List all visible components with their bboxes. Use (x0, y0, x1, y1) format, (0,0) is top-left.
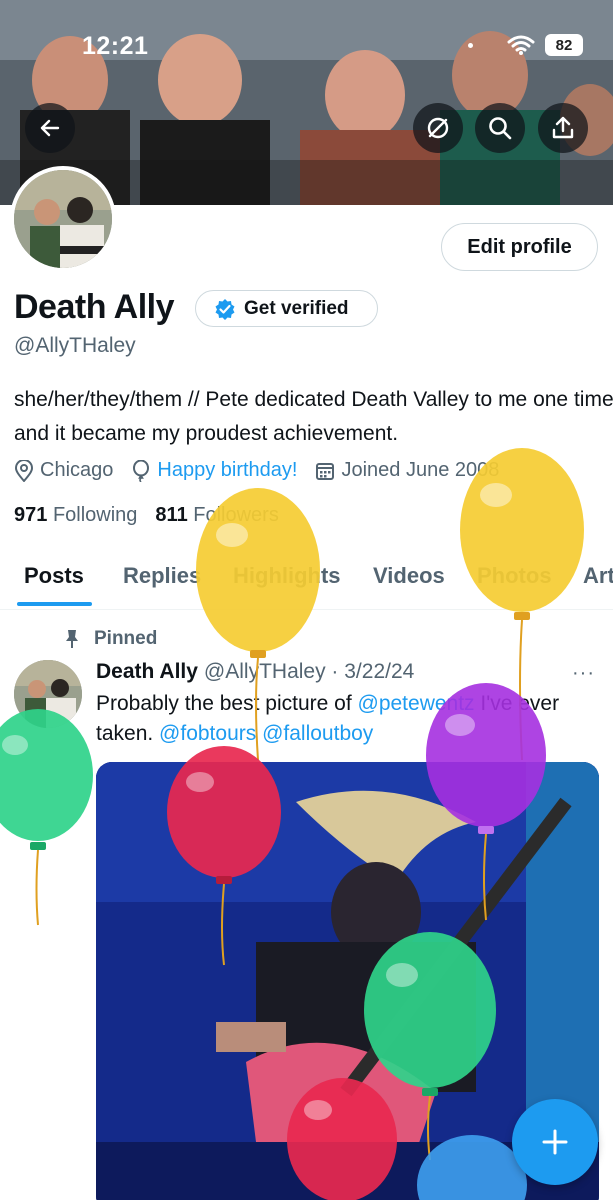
post-text: Probably the best picture of @petewentz … (96, 689, 606, 749)
joined-item: Joined June 2008 (315, 459, 499, 482)
post-handle-date: @AllyTHaley · 3/22/24 (203, 660, 415, 683)
status-bar: 12:21 82 (0, 30, 613, 64)
profile-bio: she/her/they/them // Pete dedicated Deat… (14, 388, 613, 445)
verified-check-icon (215, 298, 235, 320)
plus-icon (542, 1129, 568, 1155)
following-label: Following (52, 504, 138, 526)
mute-button[interactable] (413, 103, 463, 153)
battery-indicator: 82 (545, 34, 583, 56)
followers-label: Followers (193, 504, 279, 526)
post-author-name[interactable]: Death Ally (96, 660, 198, 684)
status-time: 12:21 (82, 32, 149, 60)
birthday-link[interactable]: Happy birthday! (157, 459, 297, 482)
compose-post-button[interactable] (512, 1099, 598, 1185)
location-icon (14, 459, 34, 482)
following-link[interactable]: 971 Following (14, 504, 137, 527)
tab-photos[interactable]: Photos (477, 563, 552, 589)
location-text: Chicago (40, 459, 114, 481)
joined-text: Joined June 2008 (341, 459, 500, 481)
follow-counts: 971 Following 811 Followers (14, 504, 279, 527)
mute-icon (427, 117, 449, 139)
back-button[interactable] (25, 103, 75, 153)
balloon-icon (133, 459, 150, 482)
avatar-image (14, 170, 112, 268)
tab-videos[interactable]: Videos (373, 563, 445, 589)
pinned-label: Pinned (94, 628, 158, 649)
get-verified-button[interactable]: Get verified (195, 290, 378, 327)
profile-avatar[interactable] (10, 166, 116, 272)
tab-highlights[interactable]: Highlights (233, 563, 341, 589)
birthday-item[interactable]: Happy birthday! (131, 459, 297, 482)
search-button[interactable] (475, 103, 525, 153)
post-author-avatar[interactable] (14, 660, 82, 728)
back-arrow-icon (40, 119, 60, 137)
profile-tabs: Posts Replies Highlights Videos Photos A… (0, 555, 613, 610)
mention-falloutboy[interactable]: @falloutboy (262, 722, 373, 745)
following-count: 971 (14, 504, 48, 526)
pin-icon (66, 630, 78, 648)
post-more-button[interactable]: ··· (572, 662, 595, 685)
share-icon (552, 116, 574, 139)
tab-replies[interactable]: Replies (123, 563, 201, 589)
followers-link[interactable]: 811 Followers (155, 504, 278, 527)
post-header: Death Ally @AllyTHaley · 3/22/24 (96, 660, 414, 684)
location-item: Chicago (14, 459, 113, 482)
tab-posts[interactable]: Posts (24, 563, 84, 589)
mention-fobtours[interactable]: @fobtours (159, 722, 256, 745)
edit-profile-button[interactable]: Edit profile (441, 223, 598, 271)
share-button[interactable] (538, 103, 588, 153)
followers-count: 811 (155, 504, 188, 526)
active-tab-indicator (17, 602, 92, 606)
tab-art[interactable]: Art (583, 563, 613, 589)
post-text-prefix: Probably the best picture of (96, 692, 358, 715)
pinned-indicator: Pinned (64, 628, 157, 650)
camera-dot-icon (468, 42, 473, 48)
get-verified-label: Get verified (244, 297, 349, 319)
profile-handle: @AllyTHaley (14, 334, 136, 357)
profile-name: Death Ally (14, 288, 175, 326)
green-balloon-icon (0, 709, 93, 926)
mention-petewentz[interactable]: @petewentz (358, 692, 475, 715)
wifi-icon (507, 35, 535, 55)
post-avatar-image (14, 660, 82, 728)
calendar-icon (316, 462, 335, 480)
profile-meta: Chicago Happy birthday! Joined June 2008 (14, 459, 499, 482)
search-icon (489, 117, 512, 140)
